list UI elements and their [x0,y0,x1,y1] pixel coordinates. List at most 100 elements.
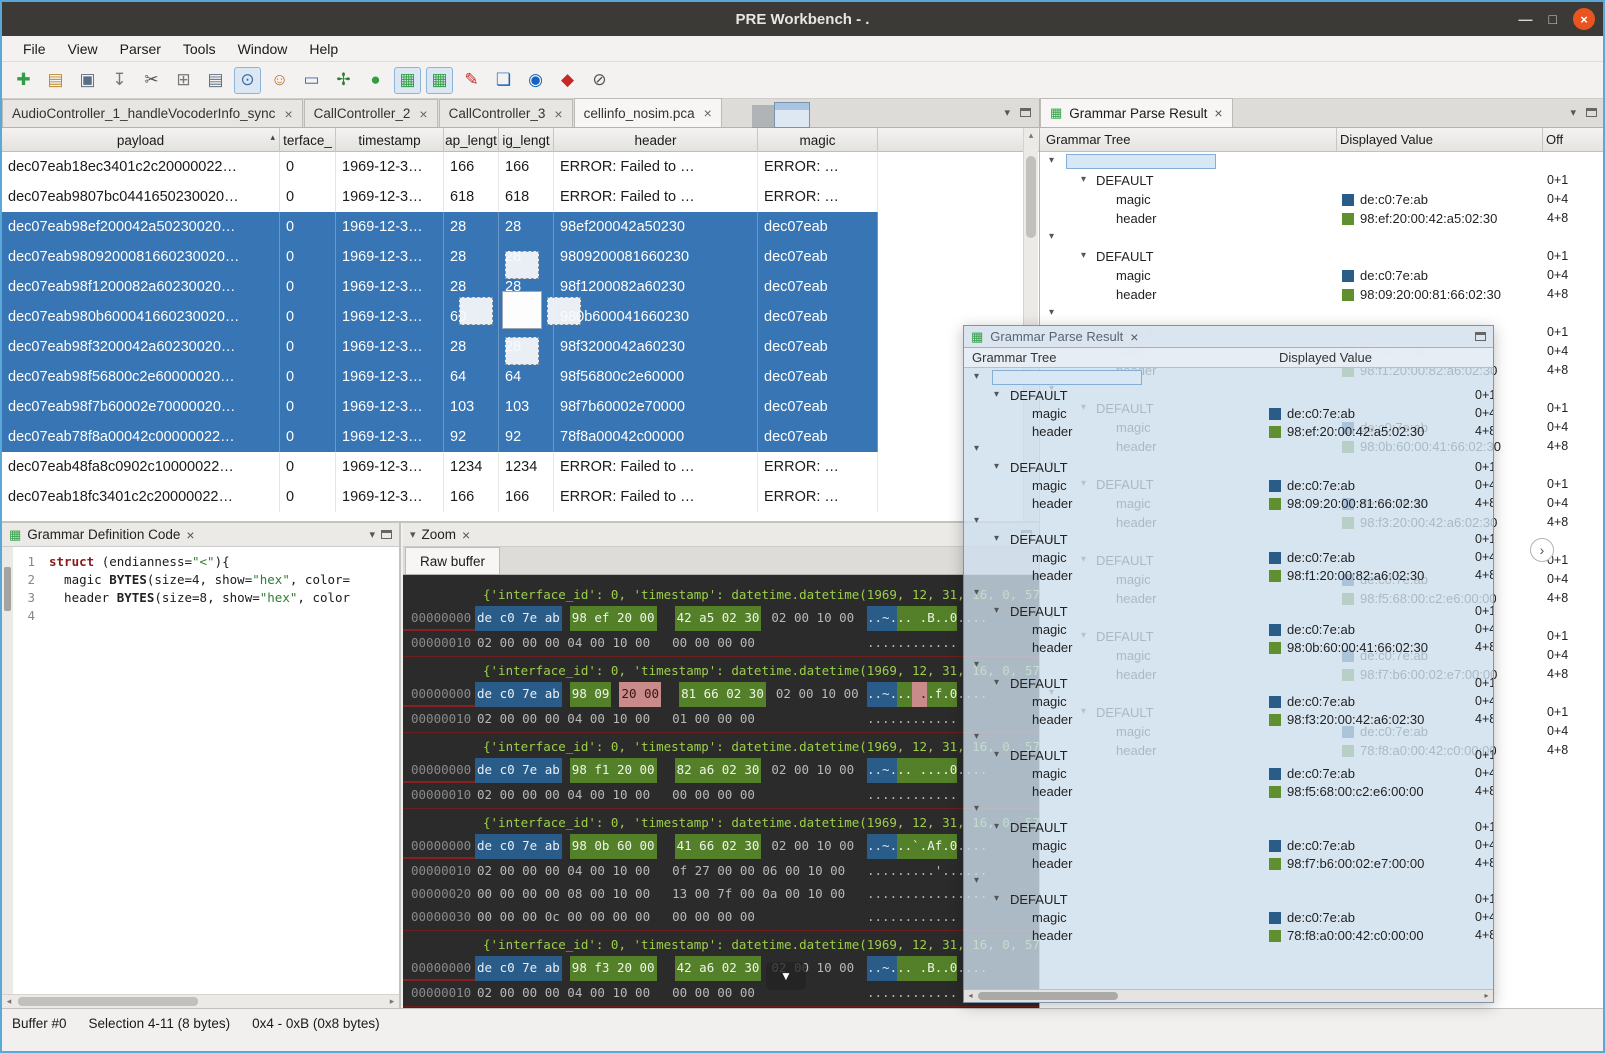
close-button[interactable]: × [1573,8,1595,30]
float-tree-default-row[interactable]: ▾DEFAULT0+1 [964,890,1493,908]
hex-line[interactable]: 0000001002 00 00 00 04 00 10 0000 00 00 … [403,981,1039,1004]
panel-menu-chevron-icon[interactable]: ▾ [410,528,416,541]
float-tree-magic-row[interactable]: magicde:c0:7e:ab0+4 [964,476,1493,494]
hex-view[interactable]: {'interface_id': 0, 'timestamp': datetim… [403,575,1039,1008]
menu-file[interactable]: File [12,38,57,60]
tab-close-icon[interactable]: × [1214,105,1222,121]
float-tree-header-row[interactable]: header98:f1:20:00:82:a6:02:304+8 [964,566,1493,584]
floating-grammar-parse-window[interactable]: ▦ Grammar Parse Result × Grammar Tree Dis… [963,325,1494,1003]
float-tree-collapse-icon[interactable]: ▾ [994,461,999,472]
float-tree-collapse-icon[interactable]: ▾ [994,389,999,400]
column-header-ap_lengt[interactable]: ap_lengt [444,128,499,152]
scroll-left-icon[interactable]: ◂ [964,990,977,1002]
float-tree-element-row[interactable]: ▾ [964,512,1493,530]
hex-line[interactable]: 00000000de c0 7e ab98 ef 20 0042 a5 02 3… [403,606,1039,631]
tab-raw-buffer[interactable]: Raw buffer [405,547,500,574]
float-tree-magic-row[interactable]: magicde:c0:7e:ab0+4 [964,908,1493,926]
hex-line[interactable]: 0000002000 00 00 00 08 00 10 0013 00 7f … [403,882,1039,905]
packet-row[interactable]: dec07eab78f8a00042c00000022…01969-12-3…9… [2,422,878,452]
dock-target-top[interactable] [505,251,539,279]
tree-default-row[interactable]: ▾DEFAULT0+1 [1040,171,1603,190]
maximize-button[interactable]: □ [1549,11,1557,27]
tab-close-icon[interactable]: × [284,106,292,122]
search-icon[interactable]: ⊘ [586,67,613,94]
packet-row[interactable]: dec07eab9809200081660230020…01969-12-3…2… [2,242,878,272]
dock-target-left[interactable] [459,297,493,325]
float-tree-collapse-icon[interactable]: ▾ [974,371,979,382]
packet-row[interactable]: dec07eab98f3200042a60230020…01969-12-3…2… [2,332,878,362]
packet-row[interactable]: dec07eab18fc3401c2c20000022…01969-12-3…1… [2,482,878,512]
packet-row[interactable]: dec07eab98ef200042a50230020…01969-12-3…2… [2,212,878,242]
packet-row[interactable]: dec07eab98f1200082a60230020…01969-12-3…2… [2,272,878,302]
close-panel-icon[interactable]: × [186,527,194,543]
column-header-timestamp[interactable]: timestamp [336,128,444,152]
float-tree-default-row[interactable]: ▾DEFAULT0+1 [964,458,1493,476]
tree-header-row[interactable]: header98:09:20:00:81:66:02:304+8 [1040,285,1603,304]
user-key-icon[interactable]: ☺ [266,67,293,94]
float-tree-collapse-icon[interactable]: ▾ [994,605,999,616]
dock-target-right[interactable] [547,297,581,325]
scroll-left-icon[interactable]: ◂ [2,995,16,1008]
scroll-right-icon[interactable]: ▸ [1480,990,1493,1002]
float-tree-collapse-icon[interactable]: ▾ [974,875,979,886]
copy-icon[interactable]: ⊞ [170,67,197,94]
tab-cellinfo_nosim.pca[interactable]: cellinfo_nosim.pca× [574,98,722,127]
float-tree-collapse-icon[interactable]: ▾ [974,443,979,454]
float-tree-default-row[interactable]: ▾DEFAULT0+1 [964,530,1493,548]
tab-AudioController_1_handleVocoderInfo_sync[interactable]: AudioController_1_handleVocoderInfo_sync… [2,99,303,127]
scroll-right-icon[interactable]: ▸ [385,995,399,1008]
float-tree-magic-row[interactable]: magicde:c0:7e:ab0+4 [964,620,1493,638]
column-header-payload[interactable]: payload▴ [2,128,280,152]
find-in-file-icon[interactable]: ⊙ [234,67,261,94]
tab-close-icon[interactable]: × [1130,329,1138,345]
grammar-grid-icon[interactable]: ▦ [394,67,421,94]
float-tree-default-row[interactable]: ▾DEFAULT0+1 [964,674,1493,692]
column-header-Grammar Tree[interactable]: Grammar Tree [1046,132,1131,147]
float-tree-collapse-icon[interactable]: ▾ [974,515,979,526]
export-icon[interactable]: ↧ [106,67,133,94]
float-tree-element-row[interactable]: ▾ [964,656,1493,674]
tab-grammar-parse-result[interactable]: ▦ Grammar Parse Result × [1040,98,1233,127]
floating-horizontal-scrollbar[interactable]: ◂ ▸ [964,989,1493,1002]
tree-magic-row[interactable]: magicde:c0:7e:ab0+4 [1040,266,1603,285]
packet-row[interactable]: dec07eab980b600041660230020…01969-12-3…6… [2,302,878,332]
menu-parser[interactable]: Parser [109,38,172,60]
float-tree-collapse-icon[interactable]: ▾ [994,677,999,688]
floating-window-titlebar[interactable]: ▦ Grammar Parse Result × [964,326,1493,348]
float-tree-default-row[interactable]: ▾DEFAULT0+1 [964,746,1493,764]
menu-tools[interactable]: Tools [172,38,227,60]
menu-help[interactable]: Help [298,38,349,60]
tree-collapse-icon[interactable]: ▾ [1081,174,1086,185]
scroll-down-indicator[interactable]: ▼ [766,962,806,990]
tree-collapse-icon[interactable]: ▾ [1049,155,1054,166]
float-tree-element-row[interactable]: ▾ [964,872,1493,890]
packet-row[interactable]: dec07eab48fa8c0902c10000022…01969-12-3…1… [2,452,878,482]
tab-close-icon[interactable]: × [419,106,427,122]
float-tree-default-row[interactable]: ▾DEFAULT0+1 [964,602,1493,620]
float-tree-collapse-icon[interactable]: ▾ [974,659,979,670]
column-header-Displayed Value[interactable]: Displayed Value [1340,132,1433,147]
tree-magic-row[interactable]: magicde:c0:7e:ab0+4 [1040,190,1603,209]
parse-grid-icon[interactable]: ▦ [426,67,453,94]
packet-row[interactable]: dec07eab98f56800c2e60000020…01969-12-3…6… [2,362,878,392]
scrollbar-thumb[interactable] [1026,156,1036,238]
float-tree-collapse-icon[interactable]: ▾ [974,803,979,814]
tree-header-row[interactable]: header98:ef:20:00:42:a5:02:304+8 [1040,209,1603,228]
column-header-magic[interactable]: magic [758,128,878,152]
column-header-Displayed Value[interactable]: Displayed Value [1279,350,1372,365]
float-tree-default-row[interactable]: ▾DEFAULT0+1 [964,386,1493,404]
float-tree-default-row[interactable]: ▾DEFAULT0+1 [964,818,1493,836]
column-header-Grammar Tree[interactable]: Grammar Tree [972,350,1057,365]
tab-list-chevron-icon[interactable]: ▾ [1004,106,1010,119]
column-header-terface_[interactable]: terface_ [280,128,336,152]
tree-collapse-icon[interactable]: ▾ [1049,231,1054,242]
float-tree-header-row[interactable]: header98:09:20:00:81:66:02:304+8 [964,494,1493,512]
cut-icon[interactable]: ✂ [138,67,165,94]
menu-view[interactable]: View [57,38,109,60]
float-tree-magic-row[interactable]: magicde:c0:7e:ab0+4 [964,548,1493,566]
column-header-Off[interactable]: Off [1546,132,1563,147]
float-tree-header-row[interactable]: header98:f7:b6:00:02:e7:00:004+8 [964,854,1493,872]
menu-window[interactable]: Window [227,38,299,60]
column-header-header[interactable]: header [554,128,758,152]
code-editor[interactable]: 1234 struct (endianness="<"){ magic BYTE… [2,547,399,994]
